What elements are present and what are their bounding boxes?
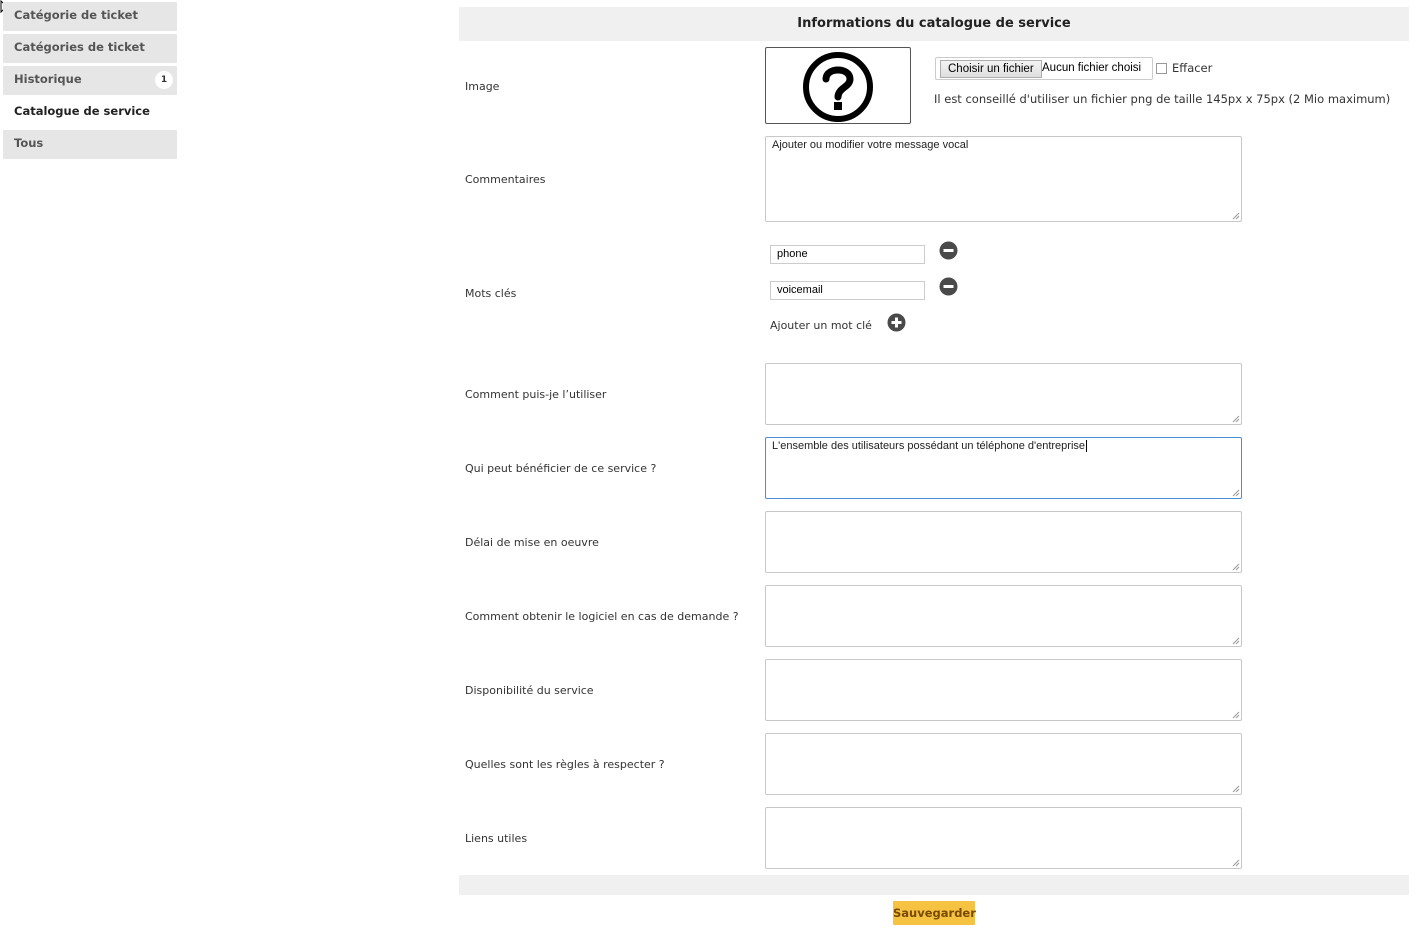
obtain-field[interactable] [765,585,1242,647]
sidebar-item-service-catalog[interactable]: Catalogue de service [3,98,177,127]
comments-value: Ajouter ou modifier votre message vocal [772,139,969,151]
comments-field[interactable]: Ajouter ou modifier votre message vocal [765,136,1242,222]
remove-keyword-icon[interactable] [939,241,958,260]
sidebar: Catégorie de ticket Catégories de ticket… [3,2,177,162]
choose-file-button[interactable]: Choisir un fichier [940,60,1042,78]
rules-label: Quelles sont les règles à respecter ? [465,758,665,771]
form-title: Informations du catalogue de service [459,7,1409,41]
who-benefits-field[interactable]: L'ensemble des utilisateurs possédant un… [765,437,1242,499]
resize-grip-icon [1232,637,1240,645]
form-footer [459,875,1409,895]
rules-field[interactable] [765,733,1242,795]
resize-grip-icon [1232,785,1240,793]
sidebar-item-label: Catégories de ticket [14,40,145,54]
sidebar-item-history[interactable]: Historique 1 [3,66,177,95]
availability-field[interactable] [765,659,1242,721]
sidebar-item-label: Catalogue de service [14,104,150,118]
add-keyword-label[interactable]: Ajouter un mot clé [770,319,872,332]
who-benefits-label: Qui peut bénéficier de ce service ? [465,462,657,475]
links-label: Liens utiles [465,832,528,845]
count-badge: 1 [155,71,173,89]
links-field[interactable] [765,807,1242,869]
file-status: Aucun fichier choisi [1042,62,1142,74]
how-to-use-label: Comment puis-je l’utiliser [465,388,607,401]
resize-grip-icon [1232,859,1240,867]
text-caret [1086,440,1088,452]
add-keyword-icon[interactable] [887,313,906,332]
resize-grip-icon [1232,489,1240,497]
obtain-label: Comment obtenir le logiciel en cas de de… [465,610,739,623]
delay-field[interactable] [765,511,1242,573]
remove-keyword-icon[interactable] [939,277,958,296]
keyword-input[interactable]: phone [770,245,925,264]
image-preview [765,47,911,124]
sidebar-item-label: Tous [14,136,44,150]
sidebar-item-label: Historique [14,72,82,86]
keyword-input[interactable]: voicemail [770,281,925,300]
who-benefits-value: L'ensemble des utilisateurs possédant un… [772,440,1086,452]
sidebar-item-all[interactable]: Tous [3,130,177,159]
keywords-label: Mots clés [465,287,517,300]
sidebar-item-ticket-categories[interactable]: Catégories de ticket [3,34,177,63]
resize-grip-icon [1232,711,1240,719]
file-input[interactable]: Choisir un fichier Aucun fichier choisi [935,57,1153,80]
resize-grip-icon [1232,212,1240,220]
image-hint: Il est conseillé d'utiliser un fichier p… [934,92,1391,106]
comments-label: Commentaires [465,173,546,186]
clear-image-checkbox[interactable] [1156,63,1167,74]
sidebar-item-label: Catégorie de ticket [14,8,138,22]
resize-grip-icon [1232,415,1240,423]
clear-image-label[interactable]: Effacer [1172,61,1212,75]
save-button[interactable]: Sauvegarder [893,901,976,925]
service-catalog-form: Informations du catalogue de service Ima… [459,7,1409,925]
sidebar-item-ticket-category[interactable]: Catégorie de ticket [3,2,177,31]
delay-label: Délai de mise en oeuvre [465,536,599,549]
question-mark-icon [803,52,873,122]
how-to-use-field[interactable] [765,363,1242,425]
availability-label: Disponibilité du service [465,684,594,697]
image-label: Image [465,80,500,93]
resize-grip-icon [1232,563,1240,571]
